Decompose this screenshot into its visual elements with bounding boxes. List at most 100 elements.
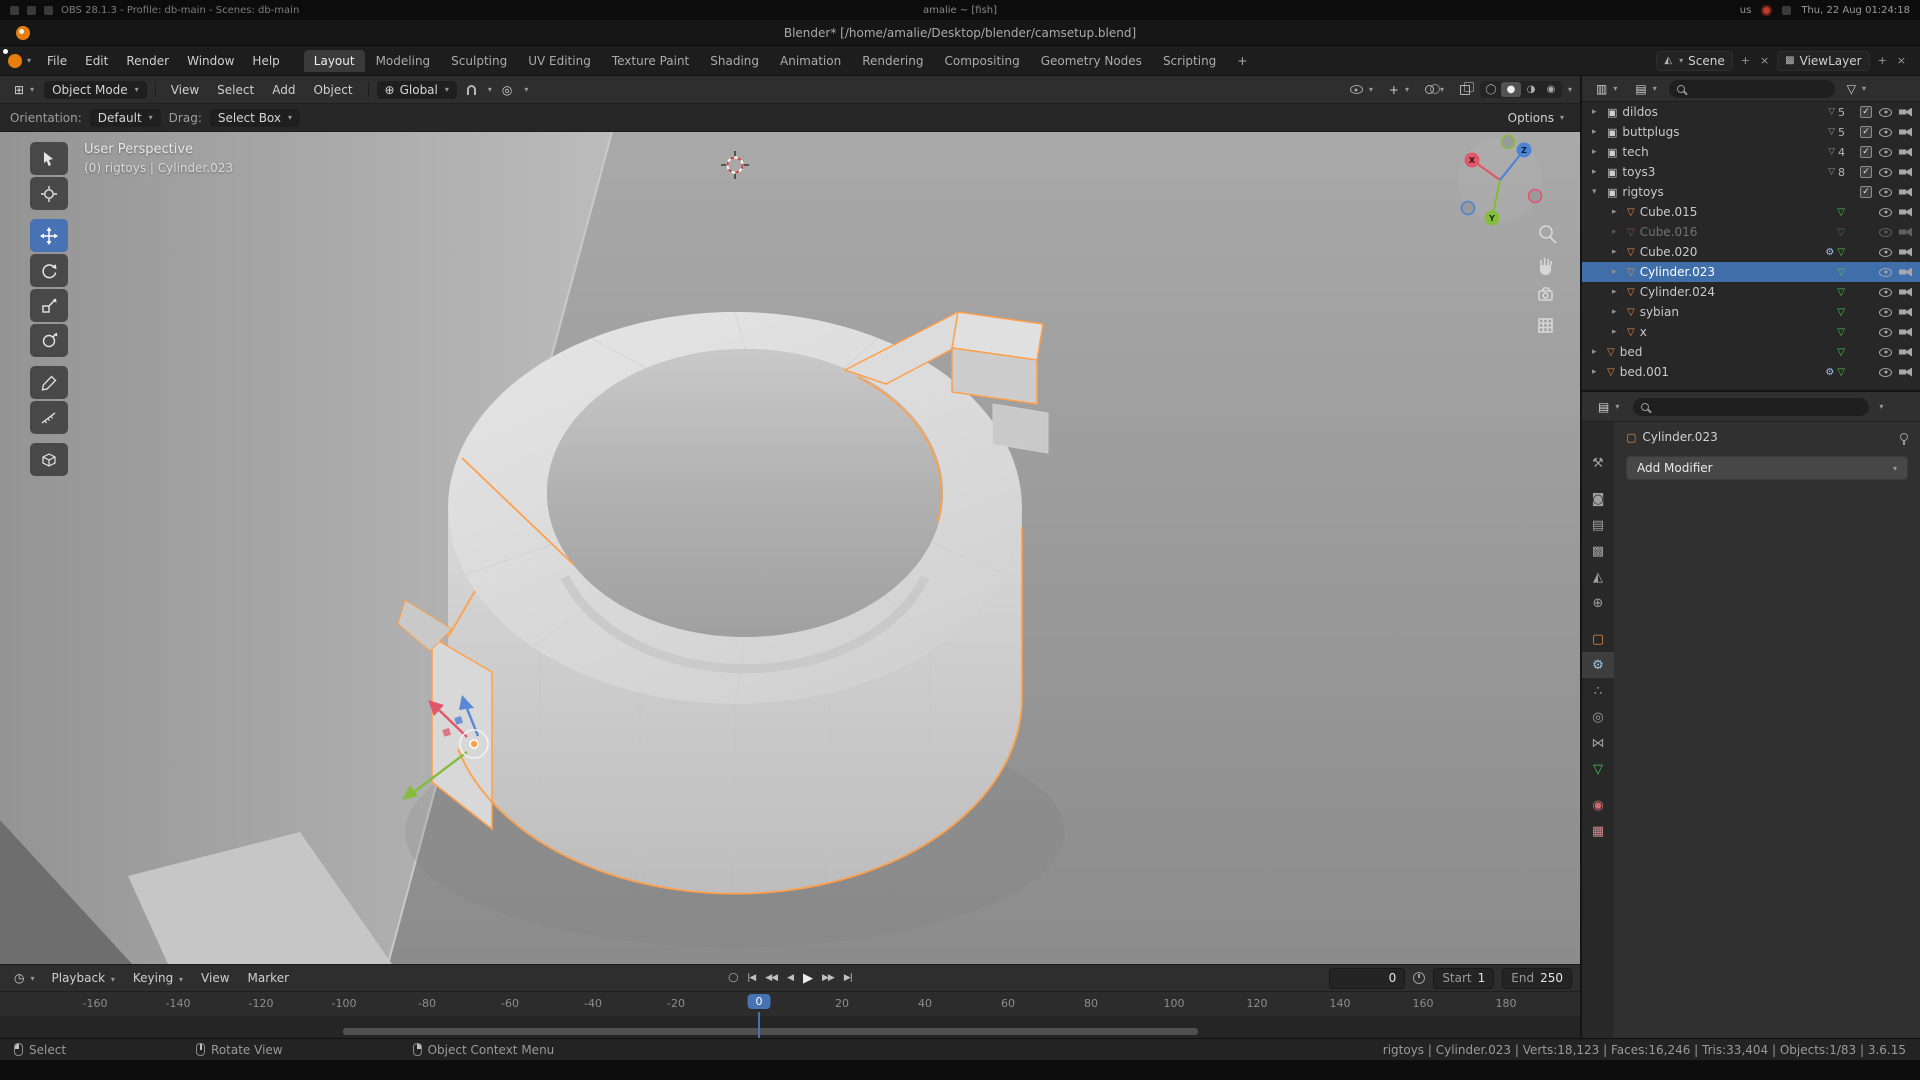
outliner-row-object[interactable]: ▸ ▽ Cube.016 ▽ xyxy=(1582,222,1920,242)
checkbox-icon[interactable]: ✓ xyxy=(1860,186,1872,198)
drag-dropdown[interactable]: Select Box ▾ xyxy=(210,109,300,127)
filter-dropdown[interactable]: ▽ ▾ xyxy=(1841,80,1872,98)
tab-shading[interactable]: Shading xyxy=(700,50,769,72)
camera-icon[interactable] xyxy=(1899,328,1912,337)
tool-tweak-button[interactable] xyxy=(30,142,68,175)
blender-menu-button[interactable]: ▾ xyxy=(8,54,31,68)
outliner-row-collection[interactable]: ▸ ▣ toys3 ▽8 ✓ xyxy=(1582,162,1920,182)
3d-viewport[interactable]: X Y Z xyxy=(0,132,1580,964)
object-data-tab[interactable]: ▽ xyxy=(1582,756,1614,782)
outliner-row-object[interactable]: ▸ ▽ Cylinder.024 ▽ xyxy=(1582,282,1920,302)
tool-measure-button[interactable] xyxy=(30,401,68,434)
disclosure-icon[interactable]: ▸ xyxy=(1612,327,1622,337)
clock[interactable]: Thu, 22 Aug 01:24:18 xyxy=(1801,5,1910,16)
gizmos-dropdown[interactable]: + ▾ xyxy=(1383,81,1415,99)
remove-viewlayer-button[interactable]: × xyxy=(1895,54,1908,67)
disclosure-icon[interactable]: ▸ xyxy=(1612,227,1622,237)
outliner-row-collection[interactable]: ▾ ▣ rigtoys ✓ xyxy=(1582,182,1920,202)
os-center-window-title[interactable]: amalie ~ [fish] xyxy=(923,5,997,16)
menu-select[interactable]: Select xyxy=(210,81,261,99)
viewlayer-selector[interactable]: ▩ ViewLayer xyxy=(1777,51,1869,71)
outliner-row-collection[interactable]: ▸ ▣ dildos ▽5 ✓ xyxy=(1582,102,1920,122)
timeline-editor-selector[interactable]: ◷ ▾ xyxy=(8,969,41,987)
transform-orientation-dropdown[interactable]: ⊕ Global ▾ xyxy=(377,81,457,99)
tool-add-cube-button[interactable] xyxy=(30,443,68,476)
new-viewlayer-button[interactable]: + xyxy=(1876,54,1889,67)
timeline-scrollbar[interactable] xyxy=(343,1028,1198,1035)
camera-icon[interactable] xyxy=(1899,208,1912,217)
tool-rotate-button[interactable] xyxy=(30,254,68,287)
preview-range-clock-icon[interactable] xyxy=(1413,972,1425,984)
disclosure-icon[interactable]: ▸ xyxy=(1592,147,1602,157)
shading-solid-button[interactable]: ● xyxy=(1501,82,1521,97)
new-scene-button[interactable]: + xyxy=(1739,54,1752,67)
material-tab[interactable]: ◉ xyxy=(1582,792,1614,818)
eye-icon[interactable] xyxy=(1879,288,1892,297)
world-tab[interactable]: ⊕ xyxy=(1582,590,1614,616)
checkbox-icon[interactable]: ✓ xyxy=(1860,146,1872,158)
camera-icon[interactable] xyxy=(1899,308,1912,317)
shading-wireframe-button[interactable]: ◯ xyxy=(1481,82,1501,97)
tab-scripting[interactable]: Scripting xyxy=(1153,50,1226,72)
camera-icon[interactable] xyxy=(1899,148,1912,157)
outliner-row-object[interactable]: ▸ ▽ sybian ▽ xyxy=(1582,302,1920,322)
shading-material-button[interactable]: ◑ xyxy=(1521,82,1541,97)
playhead[interactable]: 0 xyxy=(748,994,771,1009)
app-launcher-icon[interactable] xyxy=(10,6,19,15)
tab-layout[interactable]: Layout xyxy=(304,50,365,72)
timeline-track-area[interactable] xyxy=(0,1016,1580,1038)
play-reverse-button[interactable]: ◀ xyxy=(787,973,793,983)
disclosure-icon[interactable]: ▸ xyxy=(1592,127,1602,137)
particles-tab[interactable]: ∴ xyxy=(1582,678,1614,704)
tool-tab[interactable]: ⚒ xyxy=(1582,450,1614,476)
pin-icon[interactable] xyxy=(1900,433,1908,441)
checkbox-icon[interactable]: ✓ xyxy=(1860,166,1872,178)
tab-compositing[interactable]: Compositing xyxy=(934,50,1029,72)
properties-editor-selector[interactable]: ▤ ▾ xyxy=(1592,398,1625,416)
outliner-row-object[interactable]: ▸ ▽ Cube.020 ⚙▽ xyxy=(1582,242,1920,262)
disclosure-icon[interactable]: ▸ xyxy=(1592,347,1602,357)
outliner-row-object[interactable]: ▸ ▽ bed ▽ xyxy=(1582,342,1920,362)
overlays-dropdown[interactable]: ▾ xyxy=(1419,83,1450,96)
outliner-row-object-selected[interactable]: ▸ ▽ Cylinder.023 ▽ xyxy=(1582,262,1920,282)
disclosure-icon[interactable]: ▸ xyxy=(1612,247,1622,257)
render-tab[interactable]: ◙ xyxy=(1582,486,1614,512)
menu-render[interactable]: Render xyxy=(118,51,177,71)
disclosure-icon[interactable]: ▸ xyxy=(1612,267,1622,277)
menu-add[interactable]: Add xyxy=(265,81,302,99)
tab-uv-editing[interactable]: UV Editing xyxy=(518,50,601,72)
mode-dropdown[interactable]: Object Mode ▾ xyxy=(44,81,147,99)
camera-icon[interactable] xyxy=(1899,168,1912,177)
add-modifier-button[interactable]: Add Modifier ▾ xyxy=(1626,456,1908,480)
eye-icon[interactable] xyxy=(1879,348,1892,357)
camera-icon[interactable] xyxy=(1899,268,1912,277)
eye-icon[interactable] xyxy=(1879,208,1892,217)
disclosure-icon[interactable]: ▸ xyxy=(1592,107,1602,117)
disclosure-icon[interactable]: ▸ xyxy=(1592,167,1602,177)
axis-neg-z-handle[interactable] xyxy=(1462,202,1475,215)
outliner-editor-selector[interactable]: ▥ ▾ xyxy=(1590,80,1623,98)
add-workspace-button[interactable]: + xyxy=(1227,50,1257,72)
tool-annotate-button[interactable] xyxy=(30,366,68,399)
menu-object[interactable]: Object xyxy=(306,81,359,99)
disclosure-icon[interactable]: ▸ xyxy=(1612,307,1622,317)
tab-geometry-nodes[interactable]: Geometry Nodes xyxy=(1031,50,1152,72)
tool-cursor-button[interactable] xyxy=(30,177,68,210)
axis-neg-x-handle[interactable] xyxy=(1529,190,1542,203)
timeline-ruler[interactable]: -160 -140 -120 -100 -80 -60 -40 -20 0 20… xyxy=(0,992,1580,1038)
tab-animation[interactable]: Animation xyxy=(770,50,851,72)
constraints-tab[interactable]: ⋈ xyxy=(1582,730,1614,756)
outliner-row-object[interactable]: ▸ ▽ Cube.015 ▽ xyxy=(1582,202,1920,222)
eye-icon[interactable] xyxy=(1879,108,1892,117)
camera-icon[interactable] xyxy=(1899,228,1912,237)
snap-toggle[interactable] xyxy=(461,83,482,97)
camera-icon[interactable] xyxy=(1899,248,1912,257)
prev-keyframe-button[interactable]: ◀◀ xyxy=(765,973,777,983)
view-layer-tab[interactable]: ▩ xyxy=(1582,538,1614,564)
options-dropdown[interactable]: Options ▾ xyxy=(1502,109,1570,127)
camera-icon[interactable] xyxy=(1899,288,1912,297)
tab-texture-paint[interactable]: Texture Paint xyxy=(602,50,699,72)
camera-icon[interactable] xyxy=(1899,128,1912,137)
eye-icon[interactable] xyxy=(1879,248,1892,257)
tool-scale-button[interactable] xyxy=(30,289,68,322)
